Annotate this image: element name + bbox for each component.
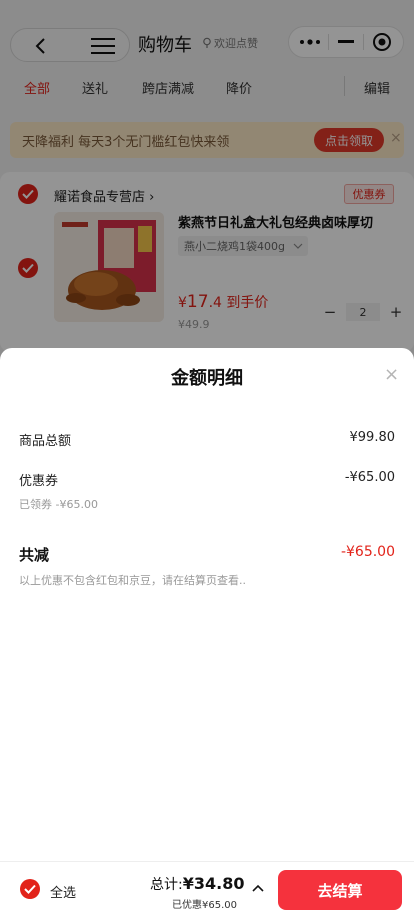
- total-line: 总计:¥34.80: [150, 874, 244, 894]
- checkout-bar: 全选 总计:¥34.80 已优惠¥65.00 去结算: [0, 861, 414, 915]
- coupon-label: 优惠券: [19, 474, 59, 489]
- total-discount-label: 共减: [19, 546, 50, 564]
- cart-page: 购物车 欢迎点赞 全部 送礼 跨店满减 降价 编辑 天降福利 每天3个无门槛红包…: [0, 0, 414, 915]
- total-amount: ¥34.80: [182, 874, 245, 893]
- sheet-title: 金额明细: [171, 368, 243, 389]
- total-prefix: 总计:: [150, 877, 183, 893]
- subtotal-label: 商品总额: [19, 434, 72, 449]
- detail-toggle[interactable]: [250, 880, 266, 896]
- total-discount-value: -¥65.00: [340, 544, 395, 560]
- chevron-up-icon: [252, 884, 264, 892]
- select-all-label[interactable]: 全选: [50, 882, 76, 901]
- discount-note: 以上优惠不包含红包和京豆，请在结算页查看..: [19, 574, 246, 587]
- close-icon[interactable]: ×: [384, 364, 399, 385]
- subtotal-value: ¥99.80: [349, 430, 396, 445]
- select-all-checkbox[interactable]: [20, 879, 40, 899]
- coupon-sub: 已领券 -¥65.00: [19, 498, 98, 511]
- discount-summary: 已优惠¥65.00: [172, 900, 237, 911]
- checkout-button[interactable]: 去结算: [278, 870, 402, 910]
- amount-detail-sheet: 金额明细 × 商品总额 ¥99.80 优惠券 -¥65.00 已领券 -¥65.…: [0, 348, 414, 861]
- coupon-value: -¥65.00: [344, 470, 395, 485]
- check-icon: [24, 884, 36, 894]
